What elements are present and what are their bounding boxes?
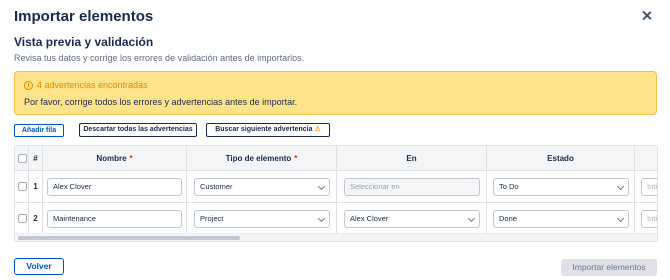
header-state-cell: Estado [487,146,635,170]
horizontal-scrollbar[interactable] [15,233,657,241]
name-cell: Alex Clover [43,171,187,202]
name-input[interactable]: Alex Clover [47,178,182,196]
preview-table: # Nombre * Tipo de elemento * En Estado 1 [14,145,658,242]
warning-icon: ⚠ [314,126,321,133]
in-cell: Alex Clover [337,203,487,234]
extra-input[interactable]: Intro [641,210,657,228]
header-type-cell: Tipo de elemento * [187,146,337,170]
chevron-down-icon [616,182,625,191]
row-select-cell [15,171,29,202]
scrollbar-thumb[interactable] [18,236,240,240]
in-select: Seleccionar en [344,178,480,196]
column-header-in: En [406,154,417,163]
state-select[interactable]: Done [493,210,629,228]
header-num-cell: # [29,146,43,170]
in-select-value: Alex Clover [350,214,389,223]
column-header-state: Estado [547,154,574,163]
chevron-down-icon [317,214,326,223]
type-select[interactable]: Customer [194,178,330,196]
required-mark: * [294,154,298,163]
row-checkbox[interactable] [18,214,27,223]
column-header-name-label: Nombre [96,154,127,163]
name-input[interactable]: Maintenance [47,210,182,228]
back-button[interactable]: Volver [14,258,64,275]
column-header-name: Nombre * [43,154,186,163]
row-num-cell: 2 [29,203,43,234]
row-checkbox[interactable] [18,182,27,191]
chevron-down-icon [467,214,476,223]
in-select[interactable]: Alex Clover [344,210,480,228]
header-in-cell: En [337,146,487,170]
close-icon[interactable] [640,9,654,23]
type-cell: Customer [187,171,337,202]
section-subtitle: Vista previa y validación [14,35,154,49]
row-num-cell: 1 [29,171,43,202]
state-cell: Done [487,203,635,234]
alert-title: 4 advertencias encontradas [37,80,148,90]
dialog-title: Importar elementos [14,8,154,25]
find-next-warning-button[interactable]: Buscar siguiente advertencia ⚠ [206,123,330,137]
row-select-cell [15,203,29,234]
state-select-value: Done [499,214,517,223]
column-header-type: Tipo de elemento * [187,154,336,163]
header-select-cell [15,146,29,170]
discard-warnings-button[interactable]: Descartar todas las advertencias [79,123,197,137]
warning-alert: 4 advertencias encontradas Por favor, co… [14,71,657,115]
chevron-down-icon [616,214,625,223]
header-extra-cell [635,146,657,170]
table-row: 1 Alex Clover Customer Seleccionar en To… [15,171,657,203]
required-mark: * [129,154,133,163]
row-number: 1 [33,182,38,191]
header-name-cell: Nombre * [43,146,187,170]
select-all-checkbox[interactable] [18,154,27,163]
extra-cell: Intro [635,171,657,202]
type-cell: Project [187,203,337,234]
warning-circle-icon [24,81,33,90]
column-header-type-label: Tipo de elemento [225,154,292,163]
import-button[interactable]: Importar elementos [561,259,657,276]
add-row-button[interactable]: Añadir fila [14,124,64,137]
table-header-row: # Nombre * Tipo de elemento * En Estado [15,146,657,171]
name-cell: Maintenance [43,203,187,234]
state-cell: To Do [487,171,635,202]
section-description: Revisa tus datos y corrige los errores d… [14,53,305,63]
row-number: 2 [33,214,38,223]
state-select-value: To Do [499,182,519,191]
type-select-value: Customer [200,182,233,191]
find-next-warning-label: Buscar siguiente advertencia [215,126,313,133]
extra-cell: Intro [635,203,657,234]
import-dialog: Importar elementos Vista previa y valida… [0,0,670,280]
alert-message: Por favor, corrige todos los errores y a… [24,97,298,107]
type-select[interactable]: Project [194,210,330,228]
column-header-num: # [33,154,38,163]
state-select[interactable]: To Do [493,178,629,196]
table-row: 2 Maintenance Project Alex Clover Done I… [15,203,657,235]
in-cell: Seleccionar en [337,171,487,202]
chevron-down-icon [317,182,326,191]
extra-input[interactable]: Intro [641,178,657,196]
type-select-value: Project [200,214,224,223]
